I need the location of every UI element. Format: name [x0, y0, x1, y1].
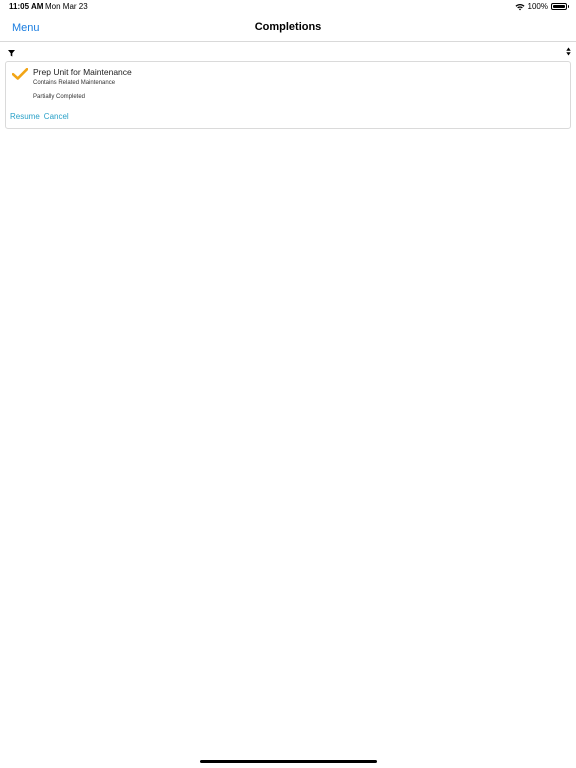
- completion-status: Partially Completed: [33, 94, 86, 100]
- battery-percent: 100%: [527, 2, 548, 11]
- completion-card[interactable]: Prep Unit for Maintenance Contains Relat…: [5, 61, 571, 129]
- page-title: Completions: [254, 21, 322, 33]
- home-indicator[interactable]: [200, 760, 377, 763]
- cancel-button[interactable]: Cancel: [44, 112, 69, 121]
- status-bar: 11:05 AM Mon Mar 23 100%: [0, 0, 576, 14]
- wifi-icon: [515, 3, 525, 11]
- status-indicators: 100%: [515, 2, 569, 11]
- checkmark-icon: [11, 67, 29, 85]
- sort-icon[interactable]: [566, 43, 571, 61]
- resume-button[interactable]: Resume: [10, 112, 40, 121]
- completion-actions: Resume Cancel: [10, 112, 69, 121]
- battery-level: [553, 5, 565, 8]
- status-time: 11:05 AM: [9, 2, 44, 11]
- status-date: Mon Mar 23: [45, 2, 88, 11]
- filter-bar: [0, 42, 576, 57]
- battery-icon: [551, 3, 569, 10]
- navigation-bar: Menu Completions: [0, 14, 576, 42]
- completion-title: Prep Unit for Maintenance: [33, 67, 132, 77]
- filter-icon[interactable]: [8, 44, 15, 62]
- completion-subtitle: Contains Related Maintenance: [33, 80, 116, 86]
